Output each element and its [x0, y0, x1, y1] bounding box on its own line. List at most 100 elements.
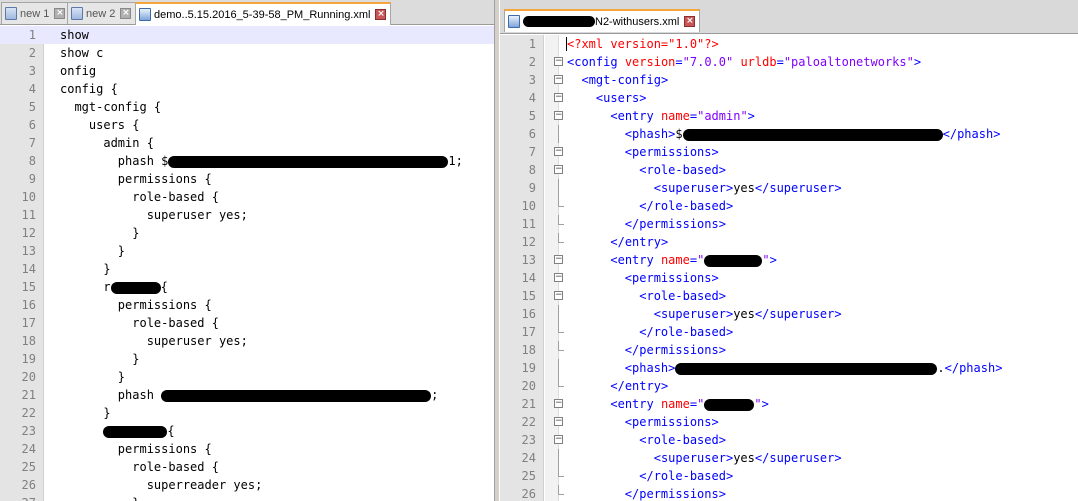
code-token: > [913, 55, 922, 69]
code-line: 19 <phash> .</phash> [500, 359, 1078, 377]
line-number: 16 [521, 307, 536, 321]
fold-toggle-icon[interactable]: − [554, 165, 563, 174]
fold-toggle-icon[interactable]: − [554, 255, 563, 264]
fold-toggle-icon[interactable]: − [554, 147, 563, 156]
fold-end-marker [558, 197, 564, 207]
line-number: 23 [21, 424, 36, 438]
code-text: <role-based> [567, 161, 726, 179]
line-number: 24 [521, 451, 536, 465]
line-number: 7 [528, 145, 536, 159]
code-token: } [60, 406, 111, 420]
code-token: "paloaltonetworks" [783, 55, 914, 69]
line-number: 26 [521, 487, 536, 501]
line-number: 24 [21, 442, 36, 456]
code-token: superuser yes; [60, 334, 248, 348]
code-token: </ [639, 325, 654, 339]
fold-toggle-icon[interactable]: − [554, 435, 563, 444]
line-number: 25 [21, 460, 36, 474]
redaction-mark [675, 362, 938, 375]
line-number: 1 [28, 28, 36, 42]
fold-toggle-icon[interactable]: − [554, 291, 563, 300]
code-token: config [574, 55, 618, 69]
code-token: show [60, 28, 89, 42]
code-token: < [624, 127, 633, 141]
code-token: > [718, 217, 726, 231]
tab-new-1[interactable]: new 1 × [1, 2, 71, 24]
fold-toggle-icon[interactable]: − [554, 273, 563, 282]
code-token: permissions { [60, 298, 212, 312]
line-number: 17 [21, 316, 36, 330]
code-line: 20 </entry> [500, 377, 1078, 395]
right-text-editor[interactable]: 1 <?xml version="1.0"?> 2− <config version=… [500, 35, 1078, 501]
code-token: < [610, 253, 618, 267]
code-text: show c [60, 44, 103, 62]
fold-end-marker [558, 377, 564, 387]
code-token: > [761, 397, 769, 411]
tab-n2-withusers-xml[interactable]: N2-withusers.xml × [504, 9, 701, 32]
code-token: permissions [632, 415, 712, 429]
code-text: <entry name="admin"> [567, 107, 755, 125]
code-token: > [668, 361, 676, 375]
code-text: </role-based> [567, 467, 733, 485]
code-line: 8 − <role-based> [500, 161, 1078, 179]
fold-toggle-icon[interactable]: − [554, 399, 563, 408]
code-line: 1 <?xml version="1.0"?> [500, 35, 1078, 53]
code-token: </ [754, 451, 770, 465]
code-token: "7.0.0" [682, 55, 734, 69]
code-token: role-based { [60, 460, 219, 474]
tab-label: new 2 [86, 7, 116, 20]
fold-toggle-icon[interactable]: − [554, 417, 563, 426]
tab-running-xml[interactable]: demo..5.15.2016_5-39-58_PM_Running.xml × [135, 2, 392, 25]
code-text: permissions { [60, 170, 212, 188]
code-line: 13 } [0, 242, 494, 260]
redaction-mark [682, 128, 943, 141]
line-number: 15 [21, 280, 36, 294]
code-line: 9 permissions { [0, 170, 494, 188]
code-token: </ [610, 379, 625, 393]
code-token: superuser yes; [60, 208, 248, 222]
code-token: onfig [60, 64, 97, 78]
code-token: phash [957, 127, 994, 141]
tab-new-2[interactable]: new 2 × [67, 2, 137, 24]
code-token: entry [617, 397, 654, 411]
code-text: role-based { [60, 188, 219, 206]
code-token: } [60, 352, 140, 366]
code-token: phash [632, 361, 669, 375]
code-token: > [660, 235, 669, 249]
close-icon[interactable]: × [120, 8, 132, 19]
fold-toggle-icon[interactable]: − [554, 75, 563, 84]
line-number: 15 [521, 289, 536, 303]
code-token: " [697, 397, 705, 411]
code-line: 17 </role-based> [500, 323, 1078, 341]
line-number: 20 [21, 370, 36, 384]
left-text-editor[interactable]: 1 show 2 show c 3 onfig 4 config {5 mgt-config … [0, 26, 494, 501]
fold-toggle-icon[interactable]: − [554, 93, 563, 102]
code-token: mgt-config { [60, 100, 162, 114]
fold-toggle-icon[interactable]: − [554, 57, 563, 66]
code-token: </ [624, 487, 640, 501]
fold-guide [558, 449, 559, 467]
file-icon [139, 8, 151, 21]
line-number: 10 [521, 199, 536, 213]
code-line: 5 mgt-config { [0, 98, 494, 116]
code-token: permissions [639, 487, 719, 501]
code-line: 24 permissions { [0, 440, 494, 458]
code-token: phash [60, 388, 162, 402]
code-token: > [725, 199, 734, 213]
code-text: permissions { [60, 296, 212, 314]
close-icon[interactable]: × [375, 9, 387, 20]
fold-toggle-icon[interactable]: − [554, 111, 563, 120]
code-token: entry [624, 235, 661, 249]
fold-end-marker [558, 467, 564, 477]
close-icon[interactable]: × [684, 16, 696, 27]
code-text: admin { [60, 134, 154, 152]
code-token: phash [959, 361, 996, 375]
line-number: 27 [0, 494, 36, 501]
close-icon[interactable]: × [54, 8, 66, 19]
code-token: > [769, 253, 777, 267]
code-line: 20 } [0, 368, 494, 386]
code-token: config { [60, 82, 118, 96]
line-number: 20 [521, 379, 536, 393]
